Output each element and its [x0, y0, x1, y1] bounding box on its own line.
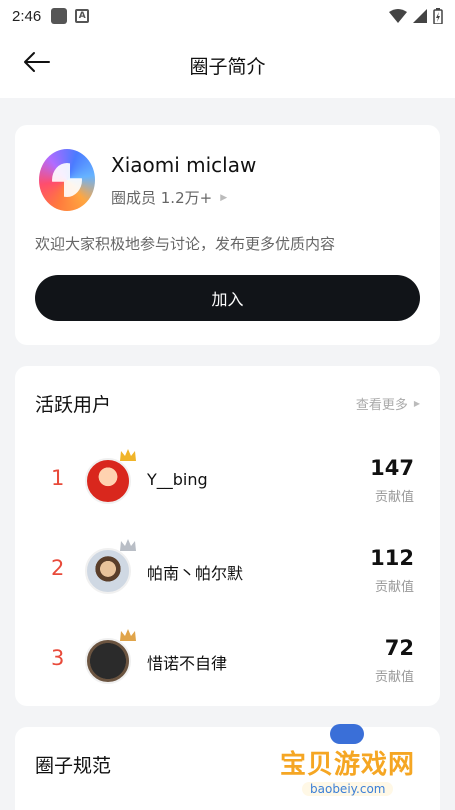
- see-more-link[interactable]: 查看更多 ▶: [356, 394, 420, 413]
- circle-intro-card: Xiaomi miclaw 圈成员 1.2万+ ▶ 欢迎大家积极地参与讨论，发布…: [15, 125, 440, 345]
- app-header: 圈子简介: [0, 32, 455, 98]
- user-row[interactable]: 3 惜诺不自律 72 贡献值: [15, 626, 440, 696]
- gamepad-icon: [330, 724, 364, 744]
- members-link[interactable]: 圈成员 1.2万+ ▶: [111, 187, 227, 208]
- user-name: Y__bing: [147, 470, 208, 489]
- user-rank: 2: [51, 556, 65, 580]
- section-title-rules: 圈子规范: [35, 755, 112, 777]
- circle-name: Xiaomi miclaw: [111, 153, 257, 177]
- user-row[interactable]: 1 Y__bing 147 贡献值: [15, 446, 440, 516]
- watermark: 宝贝游戏网 baobeiy.com: [270, 722, 455, 810]
- page-title: 圈子简介: [189, 56, 266, 78]
- avatar: [85, 458, 131, 504]
- user-rank: 1: [51, 466, 65, 490]
- signal-icon: [413, 9, 427, 23]
- notification-icon: [51, 8, 68, 24]
- battery-icon: [433, 8, 443, 24]
- app-notification-icon: A: [75, 9, 90, 23]
- watermark-url: baobeiy.com: [302, 782, 394, 796]
- join-button[interactable]: 加入: [35, 275, 420, 321]
- section-title-active-users: 活跃用户: [35, 394, 112, 416]
- play-arrow-icon: ▶: [413, 399, 420, 408]
- circle-description: 欢迎大家积极地参与讨论，发布更多优质内容: [35, 235, 336, 253]
- avatar: [85, 548, 131, 594]
- status-time: 2:46: [12, 7, 42, 25]
- crown-gold-icon: [120, 449, 136, 461]
- active-users-card: 活跃用户 查看更多 ▶ 1 Y__bing 147 贡献值 2 帕南丶帕尔默 1…: [15, 366, 440, 706]
- user-name: 惜诺不自律: [147, 654, 228, 673]
- watermark-title: 宝贝游戏网: [280, 750, 416, 780]
- user-score: 112: [370, 546, 414, 570]
- user-rank: 3: [51, 646, 65, 670]
- score-label: 贡献值: [374, 580, 414, 595]
- score-label: 贡献值: [374, 670, 414, 685]
- user-name: 帕南丶帕尔默: [147, 564, 244, 583]
- score-label: 贡献值: [374, 490, 414, 505]
- crown-bronze-icon: [120, 629, 136, 641]
- status-bar: 2:46 A: [0, 0, 455, 32]
- avatar: [85, 638, 131, 684]
- user-score: 72: [384, 636, 414, 660]
- see-more-label: 查看更多: [355, 398, 408, 413]
- user-row[interactable]: 2 帕南丶帕尔默 112 贡献值: [15, 536, 440, 606]
- members-count: 圈成员 1.2万+: [111, 189, 213, 207]
- play-arrow-icon: ▶: [220, 192, 228, 203]
- crown-silver-icon: [120, 539, 136, 551]
- user-score: 147: [370, 456, 414, 480]
- circle-logo: [39, 149, 95, 211]
- wifi-icon: [389, 9, 407, 23]
